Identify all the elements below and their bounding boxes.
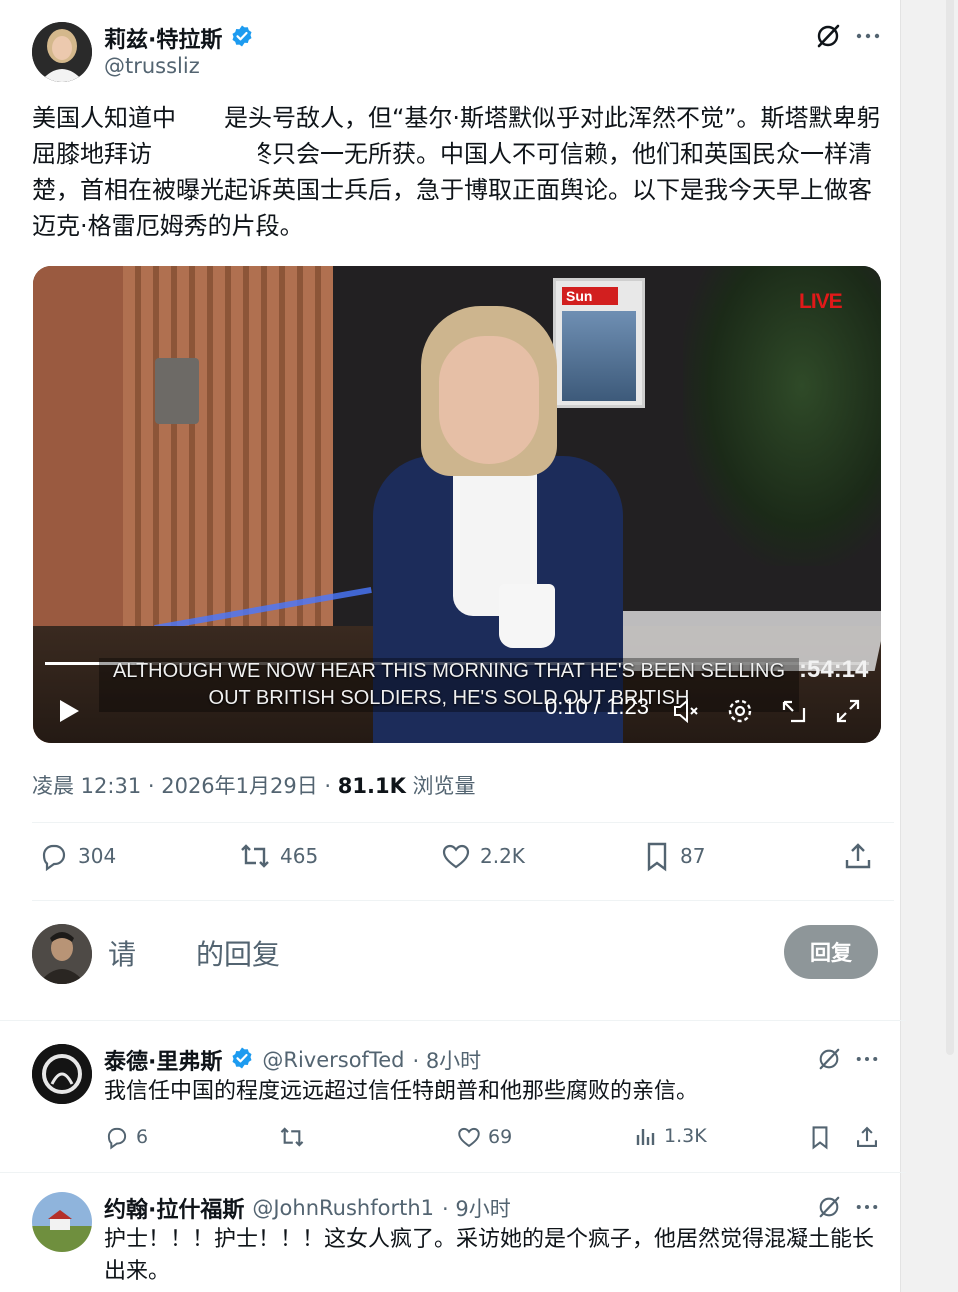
more-options-icon[interactable] [852, 1192, 882, 1222]
tweet-text: 美国人知道中 是头号敌人，但“基尔·斯塔默似乎对此浑然不觉”。斯塔默卑躬屈膝地拜… [32, 104, 881, 240]
more-options-icon[interactable] [852, 20, 884, 52]
bookmark-icon [812, 1126, 828, 1150]
like-action[interactable]: 69 [456, 1124, 512, 1150]
views-action[interactable]: 1.3K [634, 1124, 707, 1148]
divider [32, 900, 894, 901]
views-label: 浏览量 [405, 774, 476, 798]
like-count: 2.2K [480, 844, 525, 868]
settings-gear-icon[interactable] [725, 696, 755, 726]
picture-in-picture-icon[interactable] [779, 696, 809, 726]
share-icon [857, 1126, 877, 1147]
repost-icon [280, 1127, 304, 1147]
video-player[interactable]: Sun LIVE ALTHOUGH WE NOW HEAR THIS MORNI… [33, 266, 881, 743]
bookmark-action[interactable]: 87 [642, 840, 705, 872]
grok-icon[interactable] [812, 20, 844, 52]
comment-avatar[interactable] [32, 1044, 92, 1104]
grok-icon[interactable] [814, 1192, 844, 1222]
heart-icon [442, 844, 470, 869]
repost-icon [241, 844, 269, 868]
author-name-row[interactable]: 莉兹·特拉斯 [104, 22, 254, 54]
broadcast-clock: :54:14 [799, 656, 869, 683]
repost-action[interactable]: 465 [238, 840, 318, 872]
live-badge: LIVE [799, 290, 843, 313]
comment-time[interactable]: · 8小时 [412, 1045, 481, 1075]
verified-badge-icon [230, 1046, 254, 1075]
grok-icon[interactable] [814, 1044, 844, 1074]
reply-action[interactable]: 6 [104, 1124, 148, 1150]
window-edge [900, 0, 958, 1292]
redaction [186, 102, 208, 138]
comment-author-name[interactable]: 泰德·里弗斯 [104, 1044, 222, 1076]
comment-header: 约翰·拉什福斯 @JohnRushforth1 · 9小时 [104, 1192, 511, 1224]
verified-badge-icon [230, 24, 254, 52]
like-count: 69 [488, 1126, 513, 1148]
analytics-icon [636, 1129, 655, 1145]
divider [0, 1172, 906, 1173]
more-options-icon[interactable] [852, 1044, 882, 1074]
author-name[interactable]: 莉兹·特拉斯 [104, 22, 222, 54]
share-action[interactable] [842, 840, 874, 872]
reply-icon [107, 1127, 127, 1150]
wall-plaque [155, 358, 199, 424]
comment-text: 护士！！！护士！！！这女人疯了。采访她的是个疯子，他居然觉得混凝土能长出来。 [104, 1227, 875, 1284]
reply-icon [42, 844, 66, 872]
reply-action[interactable]: 304 [38, 840, 116, 872]
repost-action[interactable] [278, 1124, 312, 1150]
reply-button[interactable]: 回复 [784, 925, 878, 979]
reply-count: 304 [78, 844, 117, 868]
bookmark-count: 87 [680, 844, 706, 868]
video-time: 0:10 / 1:23 [545, 694, 649, 719]
comment-author-name[interactable]: 约翰·拉什福斯 [104, 1192, 244, 1224]
scrollbar[interactable] [946, 0, 954, 1055]
fullscreen-icon[interactable] [833, 696, 863, 726]
comment-time[interactable]: · 9小时 [442, 1193, 511, 1223]
comment-header: 泰德·里弗斯 @RiversofTed · 8小时 [104, 1044, 481, 1076]
bookmark-icon [647, 842, 667, 872]
comment-author-handle[interactable]: @JohnRushforth1 [252, 1196, 434, 1220]
view-count: 1.3K [664, 1125, 707, 1147]
comment-text: 我信任中国的程度远远超过信任特朗普和他那些腐败的亲信。 [104, 1079, 699, 1104]
like-action[interactable]: 2.2K [440, 840, 525, 872]
heart-icon [458, 1127, 480, 1148]
tweet-action-bar: 304 465 2.2K 87 [32, 840, 894, 884]
video-controls: 0:10 / 1:23 [33, 686, 881, 740]
comment-avatar[interactable] [32, 1192, 92, 1252]
repost-count: 465 [280, 844, 319, 868]
divider [32, 822, 894, 823]
comment-action-bar: 6 69 1.3K [104, 1124, 884, 1154]
share-action[interactable] [854, 1124, 880, 1150]
mute-icon[interactable] [671, 696, 701, 726]
comment-author-handle[interactable]: @RiversofTed [262, 1048, 404, 1072]
tweet-metadata: 凌晨 12:31 · 2026年1月29日 · 81.1K 浏览量 [32, 770, 476, 800]
bookmark-action[interactable] [808, 1124, 832, 1150]
my-avatar[interactable] [32, 924, 92, 984]
reply-input[interactable]: 请的回复 [108, 933, 280, 973]
redaction [188, 138, 258, 174]
author-avatar[interactable] [32, 22, 92, 82]
share-icon [845, 843, 871, 869]
play-icon[interactable] [53, 696, 83, 726]
reply-count: 6 [136, 1126, 149, 1148]
views-count: 81.1K [337, 774, 406, 798]
tweet-timestamp[interactable]: 凌晨 12:31 · 2026年1月29日 · [32, 774, 338, 798]
divider [0, 1020, 906, 1021]
author-handle[interactable]: @trussliz [104, 54, 200, 78]
mug [499, 584, 555, 648]
